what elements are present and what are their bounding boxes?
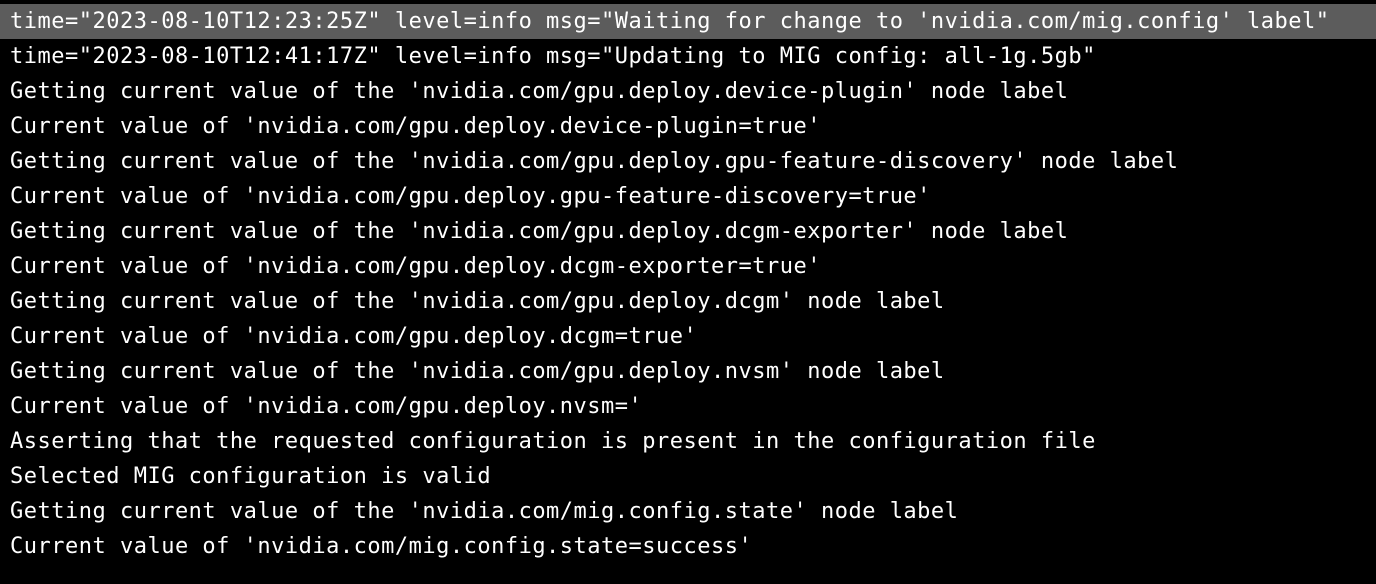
log-line: Getting current value of the 'nvidia.com… [10, 144, 1366, 179]
log-line: Getting current value of the 'nvidia.com… [10, 284, 1366, 319]
log-line: Getting current value of the 'nvidia.com… [10, 494, 1366, 529]
log-line: Current value of 'nvidia.com/gpu.deploy.… [10, 179, 1366, 214]
log-line: Asserting that the requested configurati… [10, 424, 1366, 459]
log-line: Current value of 'nvidia.com/gpu.deploy.… [10, 319, 1366, 354]
log-line: Current value of 'nvidia.com/gpu.deploy.… [10, 249, 1366, 284]
log-line: Getting current value of the 'nvidia.com… [10, 74, 1366, 109]
log-line: Getting current value of the 'nvidia.com… [10, 214, 1366, 249]
log-line: Selected MIG configuration is valid [10, 459, 1366, 494]
log-line: Current value of 'nvidia.com/gpu.deploy.… [10, 109, 1366, 144]
log-line: time="2023-08-10T12:23:25Z" level=info m… [0, 4, 1376, 39]
log-line: time="2023-08-10T12:41:17Z" level=info m… [10, 39, 1366, 74]
log-line: Getting current value of the 'nvidia.com… [10, 354, 1366, 389]
terminal-output[interactable]: time="2023-08-10T12:23:25Z" level=info m… [0, 0, 1376, 564]
log-line: Current value of 'nvidia.com/gpu.deploy.… [10, 389, 1366, 424]
log-line: Current value of 'nvidia.com/mig.config.… [10, 529, 1366, 564]
